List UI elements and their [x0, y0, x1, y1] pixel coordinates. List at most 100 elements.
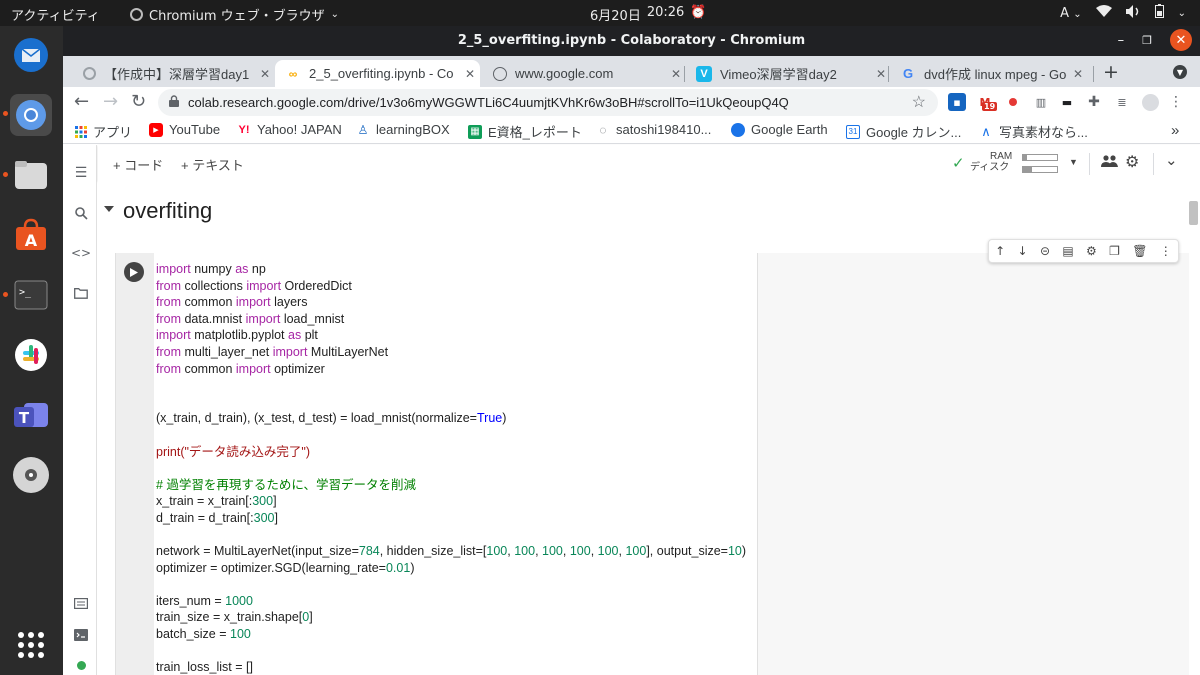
menu-kebab-icon[interactable]: ⋮ — [1167, 93, 1185, 111]
close-icon[interactable]: ✕ — [671, 67, 681, 81]
clock[interactable]: 6月20日 20:26 ⏰ — [590, 5, 706, 24]
code-token: np — [248, 262, 266, 276]
code-token: (x_train, d_train), (x_test, d_test) = l… — [156, 411, 477, 426]
tab-item-active[interactable]: ∞ 2_5_overfiting.ipynb - Co ✕ — [275, 60, 480, 87]
bookmark-apps[interactable]: アプリ — [75, 122, 132, 141]
collapse-chevron-icon[interactable]: ⌄ — [1165, 151, 1178, 169]
bookmark-yahoo[interactable]: Y! Yahoo! JAPAN — [237, 122, 342, 137]
move-down-arrow-icon[interactable]: ↓ — [1018, 244, 1028, 258]
record-extension-icon[interactable] — [1004, 93, 1022, 111]
chromium-launcher[interactable] — [10, 94, 52, 136]
comment-icon[interactable]: ▤ — [1062, 244, 1073, 258]
code-token: batch_size = — [156, 627, 231, 642]
slack-launcher[interactable] — [10, 334, 52, 376]
tab-strip: 【作成中】深層学習day1 ✕ ∞ 2_5_overfiting.ipynb -… — [63, 56, 1200, 87]
address-bar[interactable]: colab.research.google.com/drive/1v3o6myW… — [158, 89, 938, 116]
close-button[interactable]: ✕ — [1170, 29, 1192, 51]
teams-launcher[interactable]: T — [10, 394, 52, 436]
bookmark-photo-stock[interactable]: ∧ 写真素材なら... — [979, 122, 1088, 141]
code-token: import — [156, 328, 191, 343]
minimize-button[interactable]: – — [1118, 33, 1125, 48]
dvd-launcher[interactable] — [10, 454, 52, 496]
tab-item[interactable]: V Vimeo深層学習day2 ✕ — [686, 60, 886, 87]
cell-settings-gear-icon[interactable]: ⚙ — [1086, 244, 1097, 258]
terminal-launcher[interactable]: >_ — [10, 274, 52, 316]
forward-button[interactable]: → — [103, 91, 118, 112]
bookmark-label: Google カレン... — [866, 125, 962, 140]
thunderbird-launcher[interactable] — [10, 34, 52, 76]
code-line: import numpy as np — [156, 261, 757, 278]
folder-icon[interactable] — [73, 285, 89, 301]
code-token: ) — [502, 411, 507, 426]
command-palette-icon[interactable] — [73, 595, 89, 611]
play-icon — [130, 267, 138, 277]
code-line: from data.mnist import load_mnist — [156, 311, 757, 328]
more-bookmarks-button[interactable]: » — [1171, 122, 1179, 139]
link-icon[interactable]: ⊝ — [1040, 244, 1050, 258]
gmail-badge: 19 — [982, 102, 998, 111]
reading-list-icon[interactable]: ≣ — [1113, 93, 1131, 111]
extensions-puzzle-icon[interactable]: ✚ — [1085, 93, 1103, 111]
software-launcher[interactable]: A — [10, 214, 52, 256]
code-line: d_train = d_train[:300] — [156, 510, 757, 527]
app-menu[interactable]: Chromium ウェブ・ブラウザ ⌄ — [130, 5, 339, 24]
add-text-button[interactable]: + テキスト — [181, 155, 244, 174]
maximize-button[interactable]: ❐ — [1142, 34, 1152, 47]
tab-item[interactable]: 【作成中】深層学習day1 ✕ — [73, 60, 273, 87]
terminal-icon[interactable] — [73, 627, 89, 643]
extension-icon[interactable]: ▬ — [1058, 93, 1076, 111]
tab-item[interactable]: G dvd作成 linux mpeg - Goo ✕ — [890, 60, 1090, 87]
table-of-contents-icon[interactable]: ☰ — [73, 165, 89, 181]
code-token: train_loss_list = [] — [156, 660, 253, 675]
show-applications-button[interactable] — [10, 624, 52, 666]
bookmark-e-shikaku[interactable]: ▦ E資格_レポート — [468, 122, 582, 141]
extension-icon[interactable]: ▪ — [948, 93, 966, 111]
resource-monitor[interactable]: RAM ディスク — [970, 151, 1012, 173]
code-token: 100 — [569, 544, 591, 559]
settings-gear-icon[interactable]: ⚙ — [1125, 152, 1139, 172]
reload-button[interactable]: ↻ — [131, 91, 146, 112]
resource-dropdown-icon[interactable]: ▼ — [1069, 157, 1078, 167]
system-tray[interactable]: A ⌄ ⌄ — [1060, 4, 1186, 22]
bookmark-learningbox[interactable]: ♙ learningBOX — [356, 122, 450, 137]
scrollbar-thumb[interactable] — [1189, 201, 1198, 225]
close-icon[interactable]: ✕ — [260, 67, 270, 81]
activities-button[interactable]: アクティビティ — [11, 5, 100, 24]
connected-check-icon: ✓ — [952, 155, 965, 172]
code-editor[interactable]: import numpy as np from collections impor… — [154, 253, 758, 675]
code-cell[interactable]: import numpy as np from collections impor… — [115, 253, 1189, 675]
close-icon[interactable]: ✕ — [876, 67, 886, 81]
new-tab-button[interactable]: + — [1103, 61, 1119, 83]
move-up-arrow-icon[interactable]: ↑ — [995, 244, 1005, 258]
files-launcher[interactable] — [10, 154, 52, 196]
bookmark-google-earth[interactable]: Google Earth — [731, 122, 828, 137]
bookmark-youtube[interactable]: ▶ YouTube — [149, 122, 220, 137]
bookmark-star-icon[interactable]: ☆ — [912, 92, 926, 112]
tab-search-button[interactable]: ▼ — [1173, 65, 1187, 79]
mirror-cell-icon[interactable]: ❐ — [1109, 244, 1120, 258]
tab-item[interactable]: www.google.com ✕ — [483, 60, 683, 87]
profile-avatar-icon[interactable] — [1141, 93, 1159, 111]
extension-icon[interactable]: ▥ — [1032, 93, 1050, 111]
section-collapse-caret-icon[interactable] — [104, 206, 114, 212]
search-icon[interactable] — [73, 205, 89, 221]
share-people-icon[interactable] — [1101, 154, 1118, 170]
bookmark-satoshi[interactable]: ◌ satoshi198410... — [596, 122, 711, 137]
more-vert-icon[interactable]: ⋮ — [1160, 244, 1172, 258]
delete-trash-icon[interactable]: 🗑 — [1132, 244, 1147, 258]
close-icon[interactable]: ✕ — [465, 67, 475, 81]
add-code-button[interactable]: + コード — [113, 155, 163, 174]
back-button[interactable]: ← — [74, 91, 89, 112]
bookmark-google-calendar[interactable]: 31 Google カレン... — [846, 122, 961, 141]
code-snippets-icon[interactable]: <> — [71, 245, 91, 261]
close-icon[interactable]: ✕ — [1073, 67, 1083, 81]
tab-label: www.google.com — [515, 66, 614, 81]
input-method-indicator[interactable]: A ⌄ — [1060, 6, 1081, 21]
code-token: plt — [301, 328, 318, 343]
gmail-icon[interactable]: M19 — [976, 93, 998, 111]
run-cell-button[interactable] — [124, 262, 144, 282]
window-title-bar[interactable]: 2_5_overfiting.ipynb - Colaboratory - Ch… — [63, 26, 1200, 56]
chevron-down-icon: ⌄ — [1177, 7, 1186, 19]
code-token: 784 — [358, 544, 380, 559]
